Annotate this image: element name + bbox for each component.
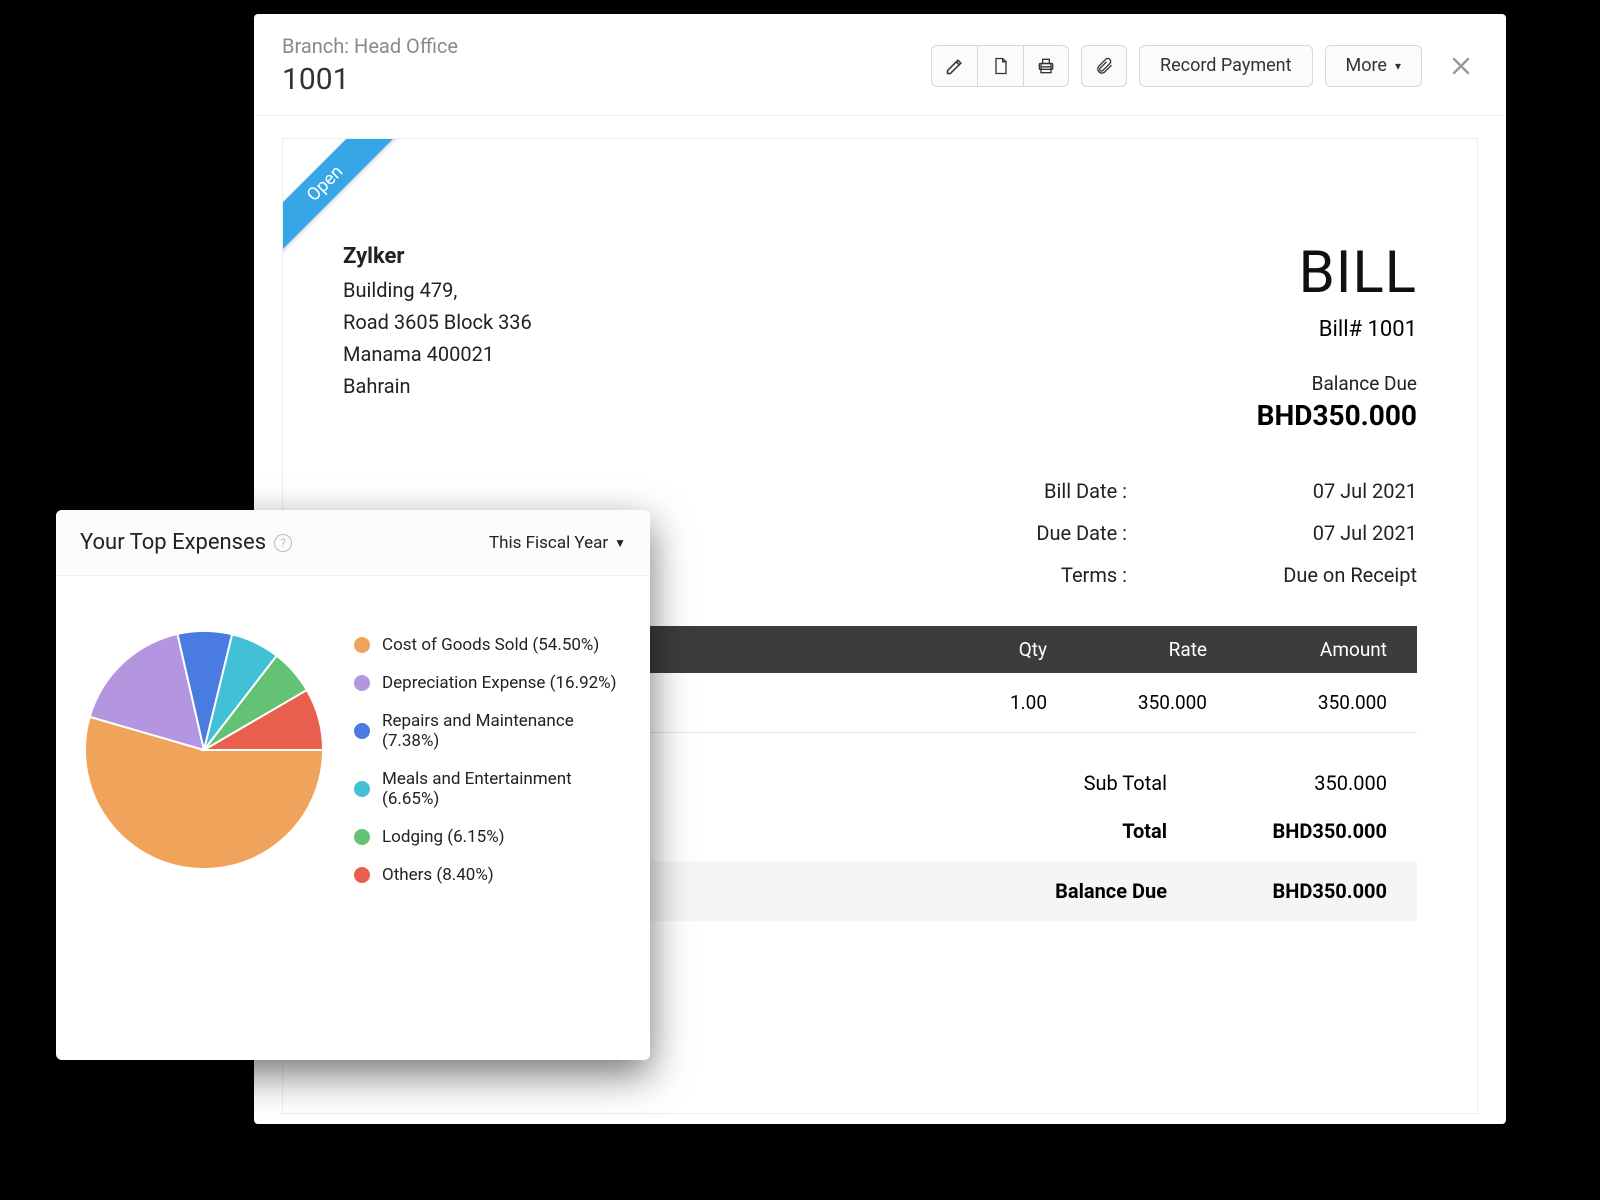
close-icon [1449,54,1473,78]
bill-number-label: Bill# 1001 [1257,317,1417,342]
bill-date-label: Bill Date : [957,479,1127,503]
expenses-header: Your Top Expenses ? This Fiscal Year ▼ [56,510,650,576]
vendor-line2: Road 3605 Block 336 [343,306,532,338]
branch-label: Branch: Head Office [282,34,931,58]
legend-label: Cost of Goods Sold (54.50%) [382,635,599,655]
legend-swatch [354,829,370,845]
legend-label: Repairs and Maintenance (7.38%) [382,711,626,751]
legend-swatch [354,637,370,653]
legend-item[interactable]: Meals and Entertainment (6.65%) [354,760,626,818]
expenses-title: Your Top Expenses [80,530,266,555]
pie-chart [80,626,328,874]
legend-item[interactable]: Depreciation Expense (16.92%) [354,664,626,702]
pdf-button[interactable] [977,45,1023,87]
bill-date-value: 07 Jul 2021 [1217,479,1417,503]
due-date-label: Due Date : [957,521,1127,545]
legend-label: Meals and Entertainment (6.65%) [382,769,626,809]
toolbar: Record Payment More ▾ [931,45,1478,87]
cell-amount: 350.000 [1207,691,1387,714]
balance-due-label: Balance Due [1257,372,1417,395]
bill-number: 1001 [282,62,931,97]
legend-item[interactable]: Repairs and Maintenance (7.38%) [354,702,626,760]
icon-button-group [931,45,1069,87]
bill-title: BILL [1257,239,1417,307]
help-icon[interactable]: ? [274,534,292,552]
balance-line-value: BHD350.000 [1167,879,1387,903]
col-rate: Rate [1047,638,1207,661]
expenses-card: Your Top Expenses ? This Fiscal Year ▼ C… [56,510,650,1060]
legend-swatch [354,781,370,797]
more-label: More [1346,55,1387,76]
caret-down-icon: ▾ [1395,59,1401,73]
legend-swatch [354,723,370,739]
balance-line-label: Balance Due [867,879,1167,903]
legend-swatch [354,675,370,691]
legend-label: Lodging (6.15%) [382,827,505,847]
vendor-line1: Building 479, [343,274,532,306]
total-value: BHD350.000 [1167,819,1387,843]
more-button[interactable]: More ▾ [1325,45,1423,87]
legend-label: Depreciation Expense (16.92%) [382,673,617,693]
subtotal-label: Sub Total [867,771,1167,795]
cell-rate: 350.000 [1047,691,1207,714]
pdf-icon [991,56,1011,76]
terms-value: Due on Receipt [1217,563,1417,587]
close-button[interactable] [1444,49,1478,83]
terms-label: Terms : [957,563,1127,587]
vendor-address: Zylker Building 479, Road 3605 Block 336… [343,239,532,432]
bill-header: Branch: Head Office 1001 Record Payment [254,14,1506,116]
cell-qty: 1.00 [927,691,1047,714]
col-qty: Qty [927,638,1047,661]
col-amount: Amount [1207,638,1387,661]
print-button[interactable] [1023,45,1069,87]
printer-icon [1036,56,1056,76]
legend-swatch [354,867,370,883]
legend-label: Others (8.40%) [382,865,494,885]
period-selector[interactable]: This Fiscal Year ▼ [489,533,626,553]
total-label: Total [867,819,1167,843]
legend-item[interactable]: Others (8.40%) [354,856,626,894]
due-date-value: 07 Jul 2021 [1217,521,1417,545]
paperclip-icon [1094,56,1114,76]
record-payment-button[interactable]: Record Payment [1139,45,1312,87]
attachment-button[interactable] [1081,45,1127,87]
edit-button[interactable] [931,45,977,87]
vendor-line4: Bahrain [343,370,532,402]
legend-item[interactable]: Lodging (6.15%) [354,818,626,856]
vendor-line3: Manama 400021 [343,338,532,370]
period-label: This Fiscal Year [489,533,608,553]
caret-down-icon: ▼ [614,536,626,550]
record-payment-label: Record Payment [1160,55,1291,76]
subtotal-value: 350.000 [1167,771,1387,795]
vendor-name: Zylker [343,239,532,274]
balance-due-value: BHD350.000 [1257,399,1417,432]
legend-item[interactable]: Cost of Goods Sold (54.50%) [354,626,626,664]
pencil-icon [945,56,965,76]
chart-legend: Cost of Goods Sold (54.50%) Depreciation … [354,606,626,894]
